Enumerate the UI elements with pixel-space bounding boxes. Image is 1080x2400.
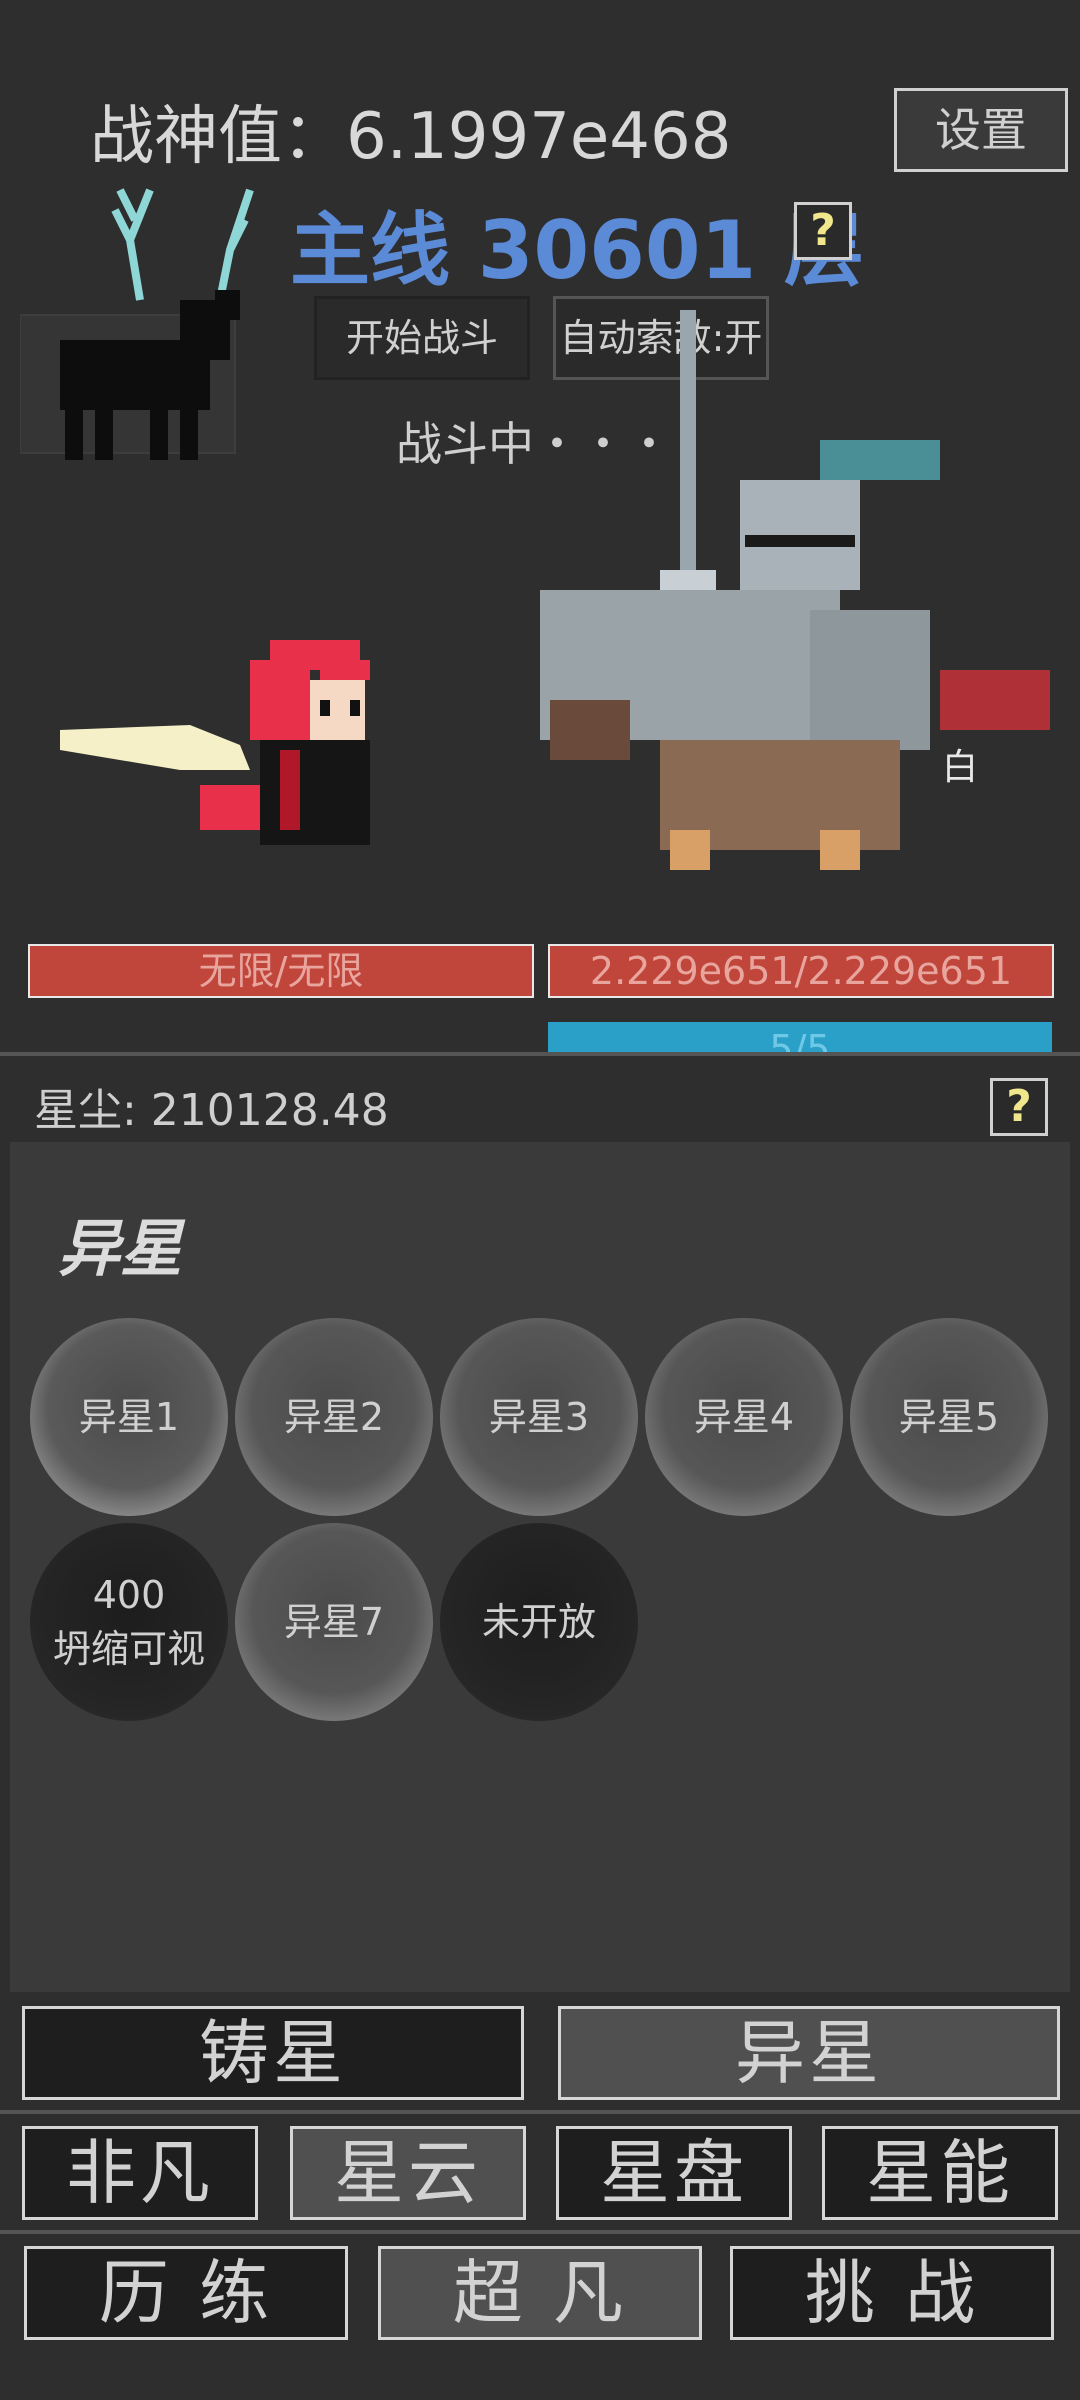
alien-star-3-button[interactable]: 异星3 (440, 1318, 638, 1516)
knight-enemy-icon (540, 310, 1050, 870)
tab-challenge[interactable]: 挑 战 (730, 2246, 1054, 2340)
tab-training[interactable]: 历 练 (24, 2246, 348, 2340)
alien-star-7-button[interactable]: 异星7 (235, 1523, 433, 1721)
alien-star-1-button[interactable]: 异星1 (30, 1318, 228, 1516)
start-battle-button[interactable]: 开始战斗 (314, 296, 530, 380)
floor-help-button[interactable]: ? (794, 202, 852, 260)
enemy-tag: 白 (942, 747, 979, 788)
tab-transcend[interactable]: 超 凡 (378, 2246, 702, 2340)
panel-title: 异星 (58, 1212, 183, 1285)
hero-sprite-icon (60, 640, 370, 845)
alien-star-5-button[interactable]: 异星5 (850, 1318, 1048, 1516)
player-hp-bar: 无限/无限 (28, 944, 534, 998)
deer-pet-icon (20, 188, 254, 460)
tab-star-disk[interactable]: 星盘 (556, 2126, 792, 2220)
stardust-help-button[interactable]: ? (990, 1078, 1048, 1136)
alien-star-2-button[interactable]: 异星2 (235, 1318, 433, 1516)
stardust-counter: 星尘: 210128.48 (34, 1085, 389, 1136)
alien-star-locked-button[interactable]: 未开放 (440, 1523, 638, 1721)
enemy-shield-bar: 5/5 (548, 1022, 1052, 1052)
tab-extraordinary[interactable]: 非凡 (22, 2126, 258, 2220)
enemy-hp-bar: 2.229e651/2.229e651 (548, 944, 1054, 998)
divider (0, 2110, 1080, 2114)
alien-star-4-button[interactable]: 异星4 (645, 1318, 843, 1516)
alien-star-6-button[interactable]: 400 坍缩可视 (30, 1523, 228, 1721)
settings-button[interactable]: 设置 (894, 88, 1068, 172)
tab-star-energy[interactable]: 星能 (822, 2126, 1058, 2220)
divider (0, 1052, 1080, 1056)
tab-nebula[interactable]: 星云 (290, 2126, 526, 2220)
tab-alien-star[interactable]: 异星 (558, 2006, 1060, 2100)
tab-forge-star[interactable]: 铸星 (22, 2006, 524, 2100)
floor-label: 主线 30601 层 (290, 204, 865, 297)
divider (0, 2230, 1080, 2234)
